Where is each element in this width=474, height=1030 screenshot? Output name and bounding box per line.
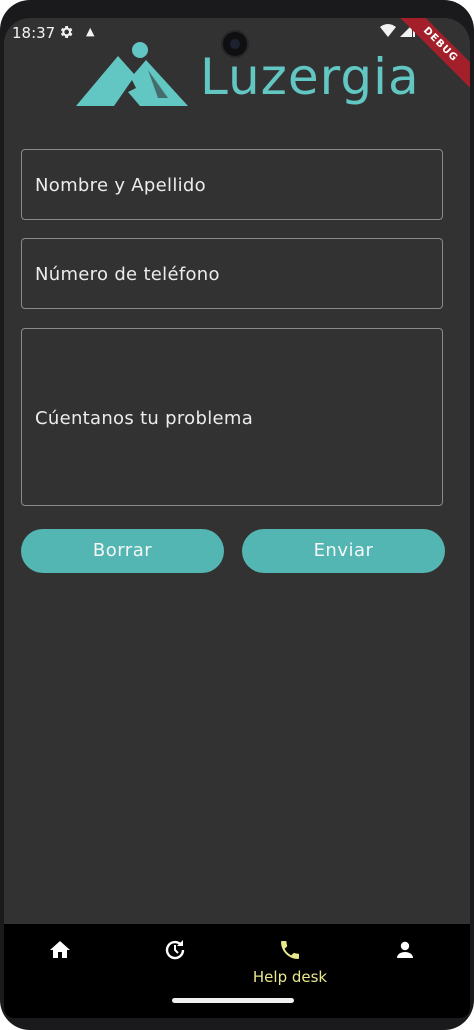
- nav-help-desk-label: Help desk: [252, 968, 328, 986]
- phone-frame: 18:37 ▲ DEBUG Luzergia Nombre y Apellido…: [0, 0, 474, 1030]
- status-time: 18:37: [12, 24, 56, 42]
- send-button[interactable]: Enviar: [242, 529, 445, 573]
- name-field[interactable]: Nombre y Apellido: [21, 149, 443, 220]
- bottom-navigation: Help desk: [4, 924, 470, 1018]
- clear-button[interactable]: Borrar: [21, 529, 224, 573]
- nav-profile[interactable]: [393, 938, 417, 966]
- history-icon: [163, 940, 187, 966]
- app-screen: 18:37 ▲ DEBUG Luzergia Nombre y Apellido…: [4, 18, 470, 1018]
- name-field-placeholder: Nombre y Apellido: [35, 175, 206, 196]
- logo-mountain-icon: [76, 40, 192, 114]
- gear-icon: [58, 24, 74, 44]
- logo-text: Luzergia: [200, 48, 420, 106]
- phone-field-placeholder: Número de teléfono: [35, 264, 220, 285]
- nav-help-desk[interactable]: Help desk: [247, 938, 333, 986]
- phone-icon: [278, 941, 302, 966]
- wifi-icon: [380, 24, 396, 37]
- phone-field[interactable]: Número de teléfono: [21, 238, 443, 309]
- home-indicator[interactable]: [172, 998, 294, 1003]
- a-notification-icon: ▲: [86, 25, 95, 38]
- nav-home[interactable]: [48, 938, 72, 966]
- status-bar: 18:37 ▲: [4, 18, 470, 58]
- person-icon: [393, 941, 417, 966]
- nav-history[interactable]: [163, 938, 187, 966]
- problem-field[interactable]: Cúentanos tu problema: [21, 328, 443, 506]
- home-icon: [48, 941, 72, 966]
- problem-field-placeholder: Cúentanos tu problema: [35, 408, 254, 429]
